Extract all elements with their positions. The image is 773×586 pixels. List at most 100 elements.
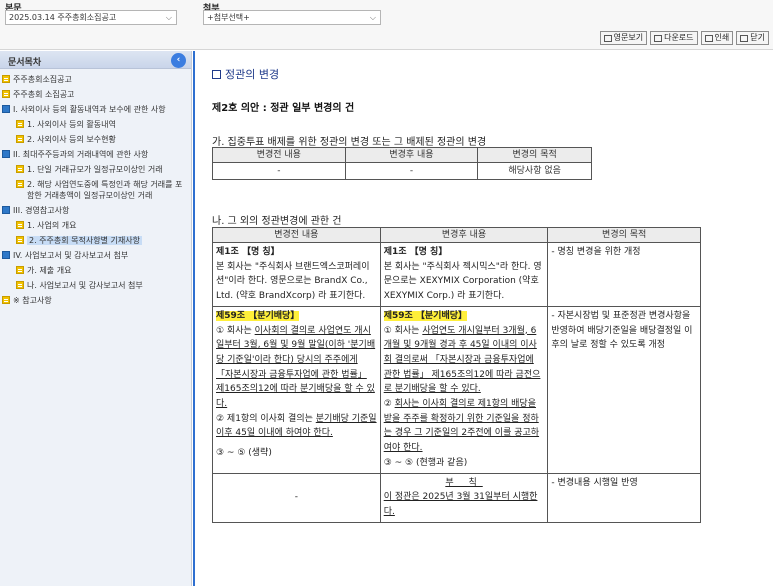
close-label: 닫기 [750,33,765,42]
toc-item-label: 나. 사업보고서 및 감사보고서 첨부 [27,281,143,290]
paragraph-prefix: ① 회사는 [216,325,255,336]
doc-icon [16,236,24,244]
toc-item[interactable]: 1. 사업의 개요 [0,218,191,233]
checkbox-square-icon [212,69,221,79]
table-cell: - 명칭 변경을 위한 개정 [547,242,701,307]
action-buttons: 영문보기 다운로드 인쇄 닫기 [599,31,769,45]
folder-icon [2,206,10,214]
toc-item[interactable]: I. 사외이사 등의 활동내역과 보수에 관한 사항 [0,102,191,117]
print-button[interactable]: 인쇄 [700,31,734,45]
download-button[interactable]: 다운로드 [650,31,698,45]
table-cell: 부 칙 이 정관은 2025년 3월 31일부터 시행한다. [379,472,549,523]
close-window-icon [740,34,749,42]
subsection-b-title: 나. 그 외의 정관변경에 관한 건 [212,216,342,227]
column-header: 변경의 목적 [477,147,592,163]
toc-item-label: 2. 주주총회 목적사항별 기재사항 [27,236,142,245]
toc-item-label: III. 경영참고사항 [13,206,70,215]
toc-item-label: 1. 사업의 개요 [27,221,77,230]
article-paragraph: ② 제1항의 이사회 결의는 분기배당 기준일 이후 45일 이내에 하여야 한… [216,412,377,441]
doc-icon [2,90,10,98]
article-title-highlighted: 제59조 【분기배당】 [383,310,468,321]
article-title: 제1조 【명 칭】 [216,247,280,257]
article-paragraph: ① 회사는 사업연도 개시일부터 3개월, 6개월 및 9개월 경과 후 45일… [384,324,545,398]
close-button[interactable]: 닫기 [736,31,769,45]
printer-icon [704,34,713,42]
attachment-select-value: +첨부선택+ [207,13,250,22]
toc-item[interactable]: 2. 해당 사업연도중에 특정인과 해당 거래를 포함한 거래총액이 일정규모이… [0,177,191,203]
folder-icon [2,105,10,113]
doc-icon [16,120,24,128]
doc-icon [16,221,24,229]
toc-item-label: 주주총회 소집공고 [13,90,75,99]
article-body: 본 회사는 "주식회사 젝시믹스"라 한다. 영문으로는 XEXYMIX Cor… [383,261,542,302]
english-view-button[interactable]: 영문보기 [599,31,648,45]
article-paragraph: ③ ~ ⑤ (생략) [216,448,272,459]
agenda-title: 제2호 의안 : 정관 일부 변경의 건 [212,103,355,114]
subsection-a-title: 가. 집중투표 배제를 위한 정관의 변경 또는 그 배제된 정관의 변경 [212,137,487,148]
article-paragraph: ③ ~ ⑤ (현행과 같음) [383,457,468,468]
table-cell: 제59조 【분기배당】 ① 회사는 이사회의 결의로 사업연도 개시일부터 3월… [212,305,381,474]
toc-item-label: I. 사외이사 등의 활동내역과 보수에 관한 사항 [13,105,166,114]
toc-item[interactable]: IV. 사업보고서 및 감사보고서 첨부 [0,248,191,263]
article-title-highlighted: 제59조 【분기배당】 [216,310,300,321]
toc-item[interactable]: 1. 사외이사 등의 활동내역 [0,117,191,132]
toc-item[interactable]: 1. 단일 거래규모가 일정규모이상인 거래 [0,162,191,177]
toc-list: 주주총회소집공고주주총회 소집공고 I. 사외이사 등의 활동내역과 보수에 관한… [0,69,191,308]
article-title: 제1조 【명 칭】 [383,247,448,257]
toc-item[interactable]: III. 경영참고사항 [0,203,191,218]
toc-item-label: 가. 제출 개요 [27,266,72,275]
table-cell: - 변경내용 시행일 반영 [547,472,701,523]
toc-item[interactable]: 주주총회소집공고 [0,72,191,87]
supplementary-body: 이 정관은 2025년 3월 31일부터 시행한다. [383,492,538,517]
table-header-row: 변경전 내용 변경후 내용 변경의 목적 [212,147,592,163]
toc-item-label: II. 최대주주등과의 거래내역에 관한 사항 [13,150,149,159]
table-row: 제1조 【명 칭】 본 회사는 "주식회사 브랜드엑스코퍼레이션"이라 한다. … [212,242,701,307]
article-paragraph: ② 회사는 이사회 결의로 제1항의 배당을 받을 주주를 확정하기 위한 기준… [384,397,545,456]
table-cumulative-voting: 변경전 내용 변경후 내용 변경의 목적 - - 해당사항 없음 [212,147,592,180]
toc-item[interactable]: 가. 제출 개요 [0,263,191,278]
toc-item[interactable]: 주주총회 소집공고 [0,87,191,102]
article-body: 본 회사는 "주식회사 브랜드엑스코퍼레이션"이라 한다. 영문으로는 Bran… [216,261,370,302]
table-cell: 제59조 【분기배당】 ① 회사는 사업연도 개시일부터 3개월, 6개월 및 … [379,305,549,474]
top-toolbar: 본문 2025.03.14 주주총회소집공고 ⌵ 첨부 +첨부선택+ ⌵ 영문보… [0,0,773,50]
chevron-down-icon: ⌵ [165,13,172,22]
toc-item[interactable]: ※ 참고사항 [0,293,191,308]
collapse-sidebar-button[interactable]: ‹ [171,53,186,68]
toc-item[interactable]: 2. 사외이사 등의 보수현황 [0,132,191,147]
table-row: - 부 칙 이 정관은 2025년 3월 31일부터 시행한다. - 변경내용 … [212,472,701,523]
toc-sidebar: 문서목차 ‹ 주주총회소집공고주주총회 소집공고 I. 사외이사 등의 활동내역과… [0,51,192,586]
column-header: 변경전 내용 [212,147,346,163]
paragraph-underlined: 이사회의 결의로 사업연도 개시일부터 3월, 6월 및 9월 말일(이하 '분… [216,325,376,410]
toc-item-label: 주주총회소집공고 [13,75,72,84]
toc-item-label: 1. 사외이사 등의 활동내역 [27,120,116,129]
column-header: 변경전 내용 [212,227,381,243]
toc-item-label: ※ 참고사항 [13,296,52,305]
paragraph-prefix: ① 회사는 [383,325,423,336]
section-heading: 정관의 변경 [212,66,279,82]
table-other-amendments: 변경전 내용 변경후 내용 변경의 목적 제1조 【명 칭】 본 회사는 "주식… [212,227,701,523]
table-cell: - [344,162,479,180]
toc-header: 문서목차 ‹ [0,51,191,69]
doc-icon [16,165,24,173]
doc-icon [16,180,24,188]
paragraph-prefix: ② 제1항의 이사회 결의는 [216,413,316,424]
doc-icon [16,135,24,143]
doc-icon [16,281,24,289]
toc-item-label: IV. 사업보고서 및 감사보고서 첨부 [13,251,129,260]
toc-item[interactable]: 나. 사업보고서 및 감사보고서 첨부 [0,278,191,293]
download-label: 다운로드 [664,33,694,42]
table-header-row: 변경전 내용 변경후 내용 변경의 목적 [212,227,701,243]
toc-item-label: 1. 단일 거래규모가 일정규모이상인 거래 [27,165,163,174]
main-doc-select[interactable]: 2025.03.14 주주총회소집공고 ⌵ [5,10,177,25]
doc-icon [2,75,10,83]
toc-item[interactable]: II. 최대주주등과의 거래내역에 관한 사항 [0,147,191,162]
toc-item[interactable]: 2. 주주총회 목적사항별 기재사항 [0,233,191,248]
toc-title: 문서목차 [8,58,42,68]
paragraph-prefix: ② [383,399,395,410]
document-view[interactable]: 정관의 변경 제2호 의안 : 정관 일부 변경의 건 가. 집중투표 배제를 … [193,51,773,586]
main-doc-select-value: 2025.03.14 주주총회소집공고 [9,13,117,22]
monitor-icon [603,34,612,42]
attachment-select[interactable]: +첨부선택+ ⌵ [203,10,381,25]
folder-icon [2,251,10,259]
table-cell: - 자본시장법 및 표준정관 변경사항을 반영하여 배당기준일을 배당결정일 이… [547,305,701,474]
